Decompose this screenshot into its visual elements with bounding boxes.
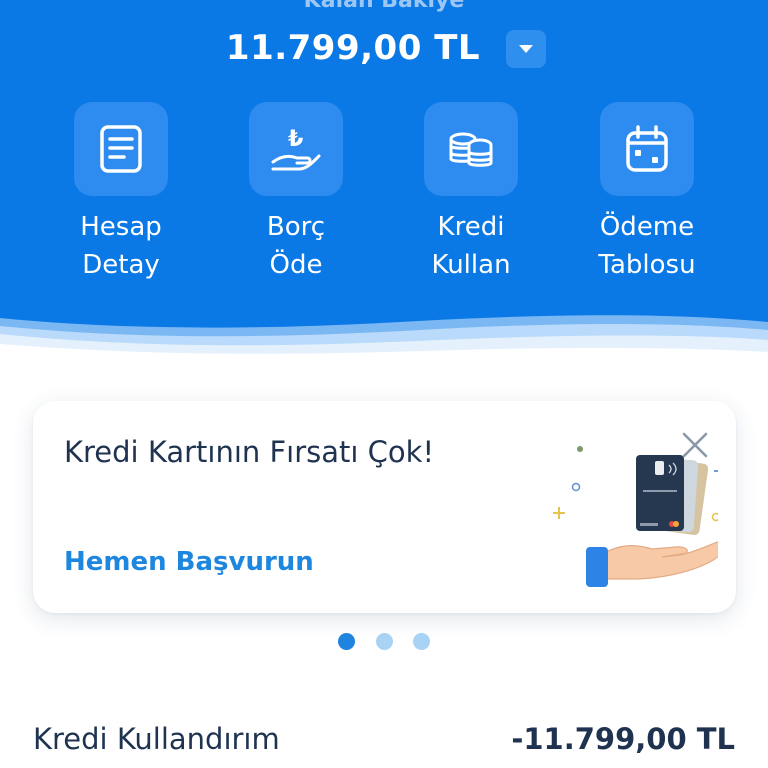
document-icon (100, 125, 142, 173)
quick-actions: Hesap Detay ₺ Borç Öde Kredi Kullan Ödem… (0, 102, 768, 292)
action-borc-ode[interactable]: ₺ Borç Öde (236, 102, 356, 284)
balance-toggle-button[interactable] (506, 30, 546, 68)
calendar-icon (626, 125, 668, 172)
carousel-pagination (0, 633, 768, 651)
action-kredi-kullan[interactable]: Kredi Kullan (411, 102, 531, 284)
promo-title: Kredi Kartının Fırsatı Çok! (64, 435, 435, 469)
action-label: Hesap Detay (80, 212, 162, 280)
close-icon[interactable] (681, 431, 709, 459)
action-tile[interactable] (424, 102, 518, 196)
action-label: Ödeme Tablosu (598, 212, 696, 280)
header: Kalan Bakiye 11.799,00 TL Hesap Detay ₺ … (0, 0, 768, 370)
lira-hand-icon: ₺ (271, 127, 321, 171)
carousel-dot-3[interactable] (413, 633, 430, 650)
coins-icon (449, 132, 493, 167)
transaction-amount: -11.799,00 TL (511, 722, 735, 756)
action-tile[interactable]: ₺ (249, 102, 343, 196)
action-tile[interactable] (600, 102, 694, 196)
carousel-dot-2[interactable] (376, 633, 393, 650)
transaction-row[interactable]: Kredi Kullandırım -11.799,00 TL (0, 722, 768, 768)
chevron-down-icon (519, 45, 533, 53)
action-hesap-detay[interactable]: Hesap Detay (61, 102, 181, 284)
action-odeme-tablosu[interactable]: Ödeme Tablosu (587, 102, 707, 284)
transaction-label: Kredi Kullandırım (33, 722, 280, 756)
action-label: Borç Öde (266, 212, 326, 280)
credit-card-hand-illustration (553, 446, 718, 587)
header-wave (0, 315, 768, 370)
action-tile[interactable] (74, 102, 168, 196)
balance-row: 11.799,00 TL (0, 26, 768, 72)
promo-apply-link[interactable]: Hemen Başvurun (64, 547, 314, 577)
balance-amount: 11.799,00 TL (225, 28, 481, 68)
svg-text:₺: ₺ (288, 127, 303, 152)
action-label: Kredi Kullan (431, 212, 511, 280)
carousel-dot-1[interactable] (338, 633, 355, 650)
balance-label: Kalan Bakiye (303, 0, 465, 13)
promo-card[interactable]: Kredi Kartının Fırsatı Çok! Hemen Başvur… (33, 401, 736, 613)
